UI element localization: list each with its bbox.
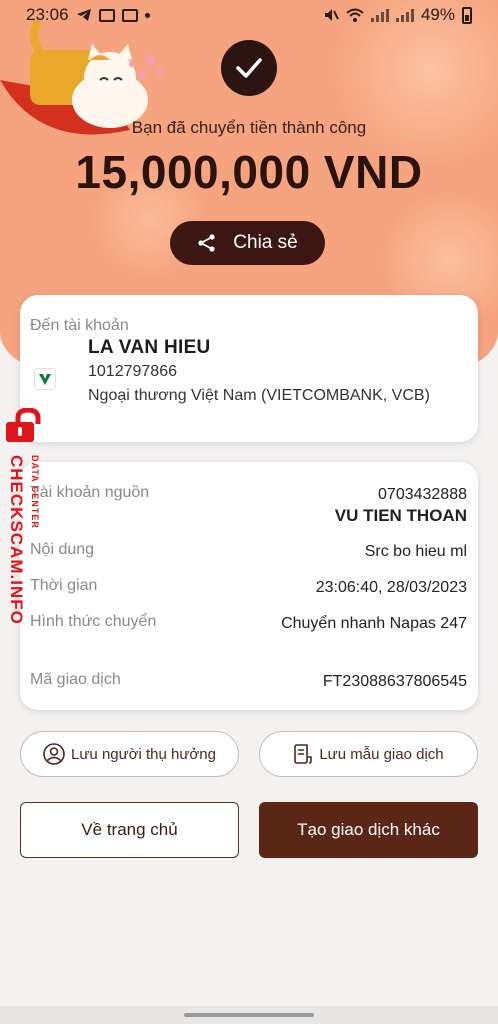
vietcombank-logo-icon	[34, 368, 56, 390]
detail-row-time: Thời gian 23:06:40, 28/03/2023	[30, 577, 467, 599]
time-value: 23:06:40, 28/03/2023	[315, 579, 467, 596]
recipient-name: LA VAN HIEU	[88, 337, 211, 358]
transaction-id-label: Mã giao dịch	[30, 671, 121, 688]
home-button[interactable]: Về trang chủ	[20, 802, 239, 858]
recipient-account: 1012797866	[88, 363, 177, 380]
watermark-subtext: DATA CENTER	[30, 455, 40, 529]
detail-row-content: Nội dung Src bo hieu ml	[30, 541, 467, 563]
navigation-bar	[0, 1006, 498, 1024]
transaction-details-card: Tài khoản nguồn 0703432888 VU TIEN THOAN…	[20, 462, 478, 710]
document-icon	[294, 744, 313, 764]
method-value: Chuyển nhanh Napas 247	[281, 615, 467, 632]
detail-row-method: Hình thức chuyển Chuyển nhanh Napas 247	[30, 613, 467, 657]
wifi-icon	[346, 8, 364, 22]
signal-icon-2	[395, 8, 414, 22]
detail-row-source: Tài khoản nguồn 0703432888 VU TIEN THOAN	[30, 484, 467, 534]
content-value: Src bo hieu ml	[364, 543, 467, 560]
recipient-card: Đến tài khoản LA VAN HIEU 1012797866 Ngo…	[20, 295, 478, 442]
share-button[interactable]: Chia sẻ	[170, 221, 325, 265]
time-label: Thời gian	[30, 577, 98, 594]
method-label: Hình thức chuyển	[30, 613, 157, 630]
battery-percent: 49%	[420, 5, 455, 24]
notification-dot-icon	[144, 12, 150, 18]
source-account-label: Tài khoản nguồn	[30, 484, 150, 501]
source-account-value: 0703432888 VU TIEN THOAN	[335, 484, 467, 526]
success-check-icon	[221, 40, 277, 96]
source-account-number: 0703432888	[378, 486, 467, 503]
new-transaction-button[interactable]: Tạo giao dịch khác	[259, 802, 478, 858]
recipient-label: Đến tài khoản	[30, 317, 129, 334]
share-label: Chia sẻ	[233, 232, 298, 253]
save-template-button[interactable]: Lưu mẫu giao dịch	[259, 731, 478, 777]
home-gesture-handle[interactable]	[184, 1013, 314, 1017]
save-beneficiary-button[interactable]: Lưu người thụ hưởng	[20, 731, 239, 777]
watermark-text: CHECKSCAM.INFO	[7, 455, 26, 625]
detail-row-transaction-id: Mã giao dịch FT23088637806545	[30, 671, 467, 693]
user-circle-icon	[43, 743, 65, 765]
signal-icon	[370, 8, 389, 22]
success-message: Bạn đã chuyển tiền thành công	[131, 118, 367, 137]
battery-icon	[462, 6, 472, 24]
save-template-label: Lưu mẫu giao dịch	[319, 745, 444, 763]
content-label: Nội dung	[30, 541, 95, 558]
transfer-amount: 15,000,000 VND	[75, 146, 423, 198]
mute-icon	[324, 9, 339, 21]
lock-icon	[6, 408, 41, 442]
share-icon	[198, 234, 215, 252]
save-beneficiary-label: Lưu người thụ hưởng	[71, 745, 216, 763]
transaction-id-value: FT23088637806545	[322, 673, 467, 690]
source-account-name: VU TIEN THOAN	[334, 506, 467, 525]
recipient-bank: Ngoại thương Việt Nam (VIETCOMBANK, VCB)	[88, 387, 430, 404]
